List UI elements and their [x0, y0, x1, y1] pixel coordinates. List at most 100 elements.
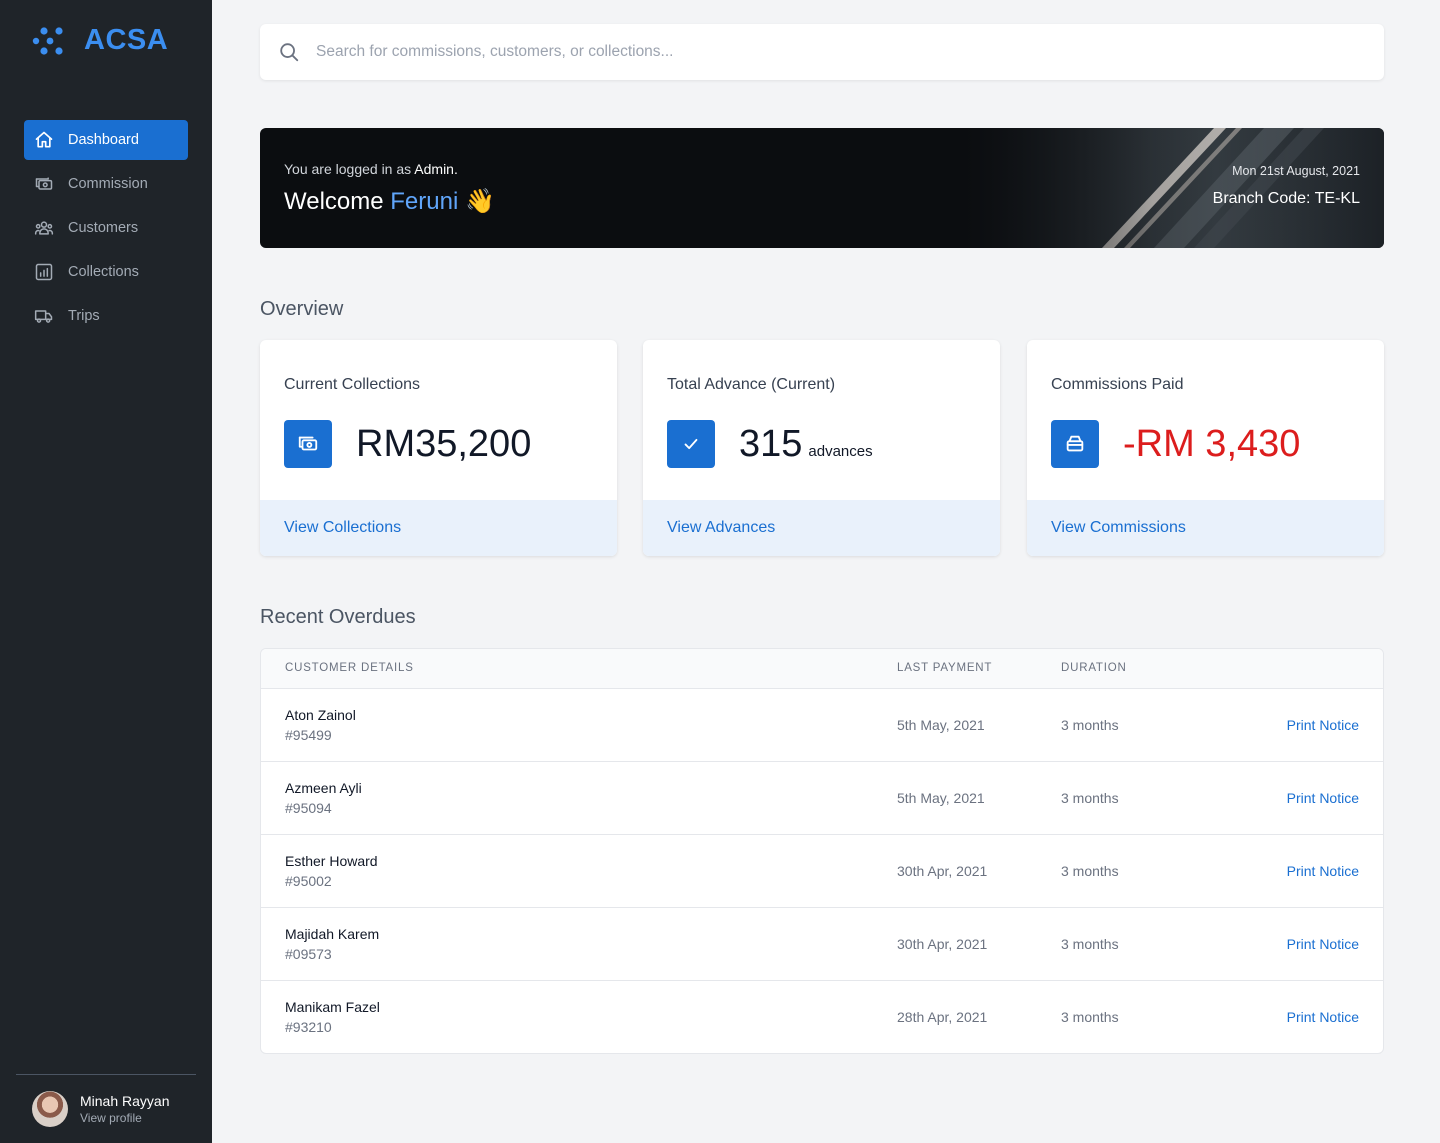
- card-value: 315 advances: [739, 422, 873, 474]
- logo-icon: [32, 26, 63, 55]
- sidebar-nav: Dashboard Commission Customers Collectio…: [24, 120, 188, 340]
- last-payment: 30th Apr, 2021: [897, 863, 988, 879]
- last-payment: 30th Apr, 2021: [897, 936, 988, 952]
- collections-amount: RM35,200: [356, 423, 532, 465]
- view-collections-link[interactable]: View Collections: [284, 519, 401, 537]
- card-footer: View Advances: [643, 500, 1000, 556]
- customer-id: #09573: [285, 946, 332, 962]
- commissions-amount: -RM 3,430: [1123, 423, 1301, 465]
- profile-divider: [16, 1074, 196, 1075]
- sidebar-item-label: Dashboard: [68, 132, 139, 148]
- users-icon: [34, 221, 54, 235]
- truck-icon: [34, 310, 53, 323]
- branch-code: Branch Code: TE-KL: [1212, 190, 1360, 207]
- avatar: [32, 1091, 68, 1127]
- table-header: CUSTOMER DETAILS LAST PAYMENT DURATION: [261, 649, 1383, 689]
- customer-id: #95499: [285, 727, 332, 743]
- welcome-user-name: Feruni: [390, 188, 459, 215]
- search-icon: [280, 43, 299, 62]
- login-prefix: You are logged in as: [284, 161, 412, 177]
- table-row: Esther Howard #95002 30th Apr, 2021 3 mo…: [261, 835, 1383, 908]
- check-icon: [684, 438, 698, 450]
- recent-overdues-title: Recent Overdues: [260, 606, 416, 628]
- chart-bar-icon: [35, 263, 53, 281]
- wave-icon: 👋: [464, 188, 495, 215]
- table-row: Aton Zainol #95499 5th May, 2021 3 month…: [261, 689, 1383, 762]
- app-logo[interactable]: ACSA: [32, 24, 168, 57]
- archive-icon: [1066, 435, 1084, 452]
- duration: 3 months: [1061, 863, 1119, 879]
- view-profile-link[interactable]: View profile: [80, 1111, 170, 1125]
- card-value: RM35,200: [356, 422, 531, 466]
- card-commissions-paid: Commissions Paid -RM 3,430 View Commissi…: [1027, 340, 1384, 556]
- user-profile[interactable]: Minah Rayyan View profile: [32, 1091, 170, 1127]
- last-payment: 5th May, 2021: [897, 717, 985, 733]
- sidebar-item-dashboard[interactable]: Dashboard: [24, 120, 188, 160]
- customer-name: Azmeen Ayli: [285, 780, 362, 796]
- sidebar-item-label: Trips: [68, 308, 100, 324]
- customer-id: #95002: [285, 873, 332, 889]
- last-payment: 5th May, 2021: [897, 790, 985, 806]
- overdues-table: CUSTOMER DETAILS LAST PAYMENT DURATION A…: [260, 648, 1384, 1054]
- welcome-banner: You are logged in as Admin. Welcome Feru…: [260, 128, 1384, 248]
- card-icon-box: [667, 420, 715, 468]
- view-commissions-link[interactable]: View Commissions: [1051, 519, 1186, 537]
- sidebar-item-collections[interactable]: Collections: [24, 252, 188, 292]
- customer-name: Aton Zainol: [285, 707, 356, 723]
- sidebar-item-commission[interactable]: Commission: [24, 164, 188, 204]
- card-footer: View Commissions: [1027, 500, 1384, 556]
- profile-name: Minah Rayyan: [80, 1093, 170, 1109]
- cash-icon: [35, 177, 53, 190]
- user-role: Admin.: [414, 161, 458, 177]
- login-status: You are logged in as Admin.: [284, 161, 495, 177]
- sidebar-item-label: Collections: [68, 264, 139, 280]
- current-date: Mon 21st August, 2021: [1232, 164, 1360, 178]
- overview-title: Overview: [260, 298, 344, 320]
- home-icon: [35, 131, 53, 148]
- sidebar-item-trips[interactable]: Trips: [24, 296, 188, 336]
- sidebar-item-customers[interactable]: Customers: [24, 208, 188, 248]
- advances-unit: advances: [808, 443, 873, 460]
- card-icon-box: [284, 420, 332, 468]
- search-bar: [260, 24, 1384, 80]
- table-row: Majidah Karem #09573 30th Apr, 2021 3 mo…: [261, 908, 1383, 981]
- sidebar-item-label: Customers: [68, 220, 139, 236]
- duration: 3 months: [1061, 936, 1119, 952]
- card-total-advance: Total Advance (Current) 315 advances View…: [643, 340, 1000, 556]
- card-label: Total Advance (Current): [667, 376, 836, 393]
- card-footer: View Collections: [260, 500, 617, 556]
- customer-name: Manikam Fazel: [285, 999, 380, 1015]
- print-notice-link[interactable]: Print Notice: [1287, 863, 1359, 879]
- print-notice-link[interactable]: Print Notice: [1287, 717, 1359, 733]
- print-notice-link[interactable]: Print Notice: [1287, 790, 1359, 806]
- card-value: -RM 3,430: [1123, 422, 1300, 466]
- print-notice-link[interactable]: Print Notice: [1287, 1009, 1359, 1025]
- duration: 3 months: [1061, 717, 1119, 733]
- search-input[interactable]: [316, 43, 1316, 61]
- customer-name: Majidah Karem: [285, 926, 380, 942]
- column-header-customer: CUSTOMER DETAILS: [285, 662, 414, 674]
- last-payment: 28th Apr, 2021: [897, 1009, 988, 1025]
- table-row: Azmeen Ayli #95094 5th May, 2021 3 month…: [261, 762, 1383, 835]
- view-advances-link[interactable]: View Advances: [667, 519, 775, 537]
- sidebar-item-label: Commission: [68, 176, 148, 192]
- card-label: Current Collections: [284, 376, 421, 393]
- cash-icon: [298, 436, 318, 451]
- column-header-duration: DURATION: [1061, 662, 1127, 674]
- duration: 3 months: [1061, 790, 1119, 806]
- duration: 3 months: [1061, 1009, 1119, 1025]
- welcome-title: Welcome Feruni 👋: [284, 187, 495, 216]
- welcome-text: Welcome: [284, 188, 384, 215]
- advances-count: 315: [739, 423, 803, 465]
- customer-id: #95094: [285, 800, 332, 816]
- customer-id: #93210: [285, 1019, 332, 1035]
- app-name: ACSA: [84, 24, 169, 56]
- column-header-last-payment: LAST PAYMENT: [897, 662, 993, 674]
- card-label: Commissions Paid: [1051, 376, 1184, 393]
- table-row: Manikam Fazel #93210 28th Apr, 2021 3 mo…: [261, 981, 1383, 1053]
- card-icon-box: [1051, 420, 1099, 468]
- print-notice-link[interactable]: Print Notice: [1287, 936, 1359, 952]
- card-current-collections: Current Collections RM35,200 View Collec…: [260, 340, 617, 556]
- sidebar: ACSA Dashboard Commission Customers Coll…: [0, 0, 212, 1143]
- customer-name: Esther Howard: [285, 853, 378, 869]
